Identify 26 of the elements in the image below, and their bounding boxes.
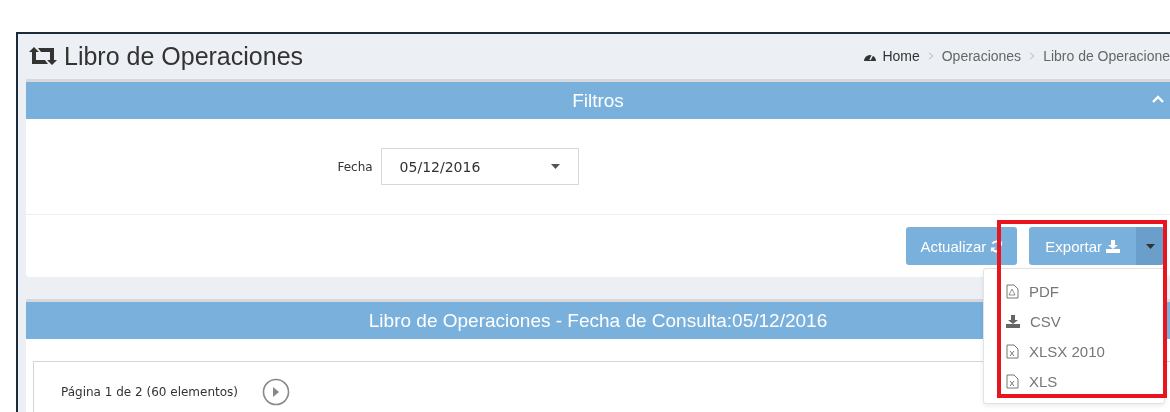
breadcrumb-link[interactable]: Libro de Operacione	[1043, 48, 1170, 64]
field-label: Fecha	[337, 159, 373, 174]
download-icon	[1106, 239, 1120, 253]
menu-item[interactable]: XLSX 2010	[1006, 336, 1154, 366]
panel-title: Filtros	[572, 89, 624, 112]
collapse-icon[interactable]	[1152, 95, 1164, 103]
breadcrumb-link[interactable]: Home	[882, 48, 920, 64]
excel-file-icon	[1006, 373, 1019, 389]
menu-item[interactable]: XLS	[1006, 366, 1154, 396]
chevron-icon	[1029, 52, 1036, 60]
next-page-icon[interactable]	[262, 378, 290, 406]
breadcrumb-link[interactable]: Operaciones	[941, 48, 1022, 64]
caret-icon	[550, 164, 560, 169]
panel-title: Libro de Operaciones - Fecha de Consulta:05/12/2016	[368, 309, 828, 332]
chevron-icon	[927, 52, 934, 60]
excel-file-icon	[1006, 343, 1019, 359]
pager-text: Página 1 de 2 (60 elementos)	[61, 385, 238, 399]
menu-item[interactable]: PDF	[1006, 276, 1154, 306]
page-title: Libro de Operaciones	[64, 41, 304, 71]
download-icon	[1006, 314, 1020, 328]
dropdown-toggle[interactable]	[1136, 227, 1164, 265]
pdf-file-icon	[1006, 283, 1019, 299]
date-select[interactable]: 05/12/2016	[380, 148, 579, 185]
retweet-icon	[28, 46, 58, 66]
caret-icon	[1145, 243, 1155, 249]
menu-item[interactable]: CSV	[1006, 306, 1154, 336]
